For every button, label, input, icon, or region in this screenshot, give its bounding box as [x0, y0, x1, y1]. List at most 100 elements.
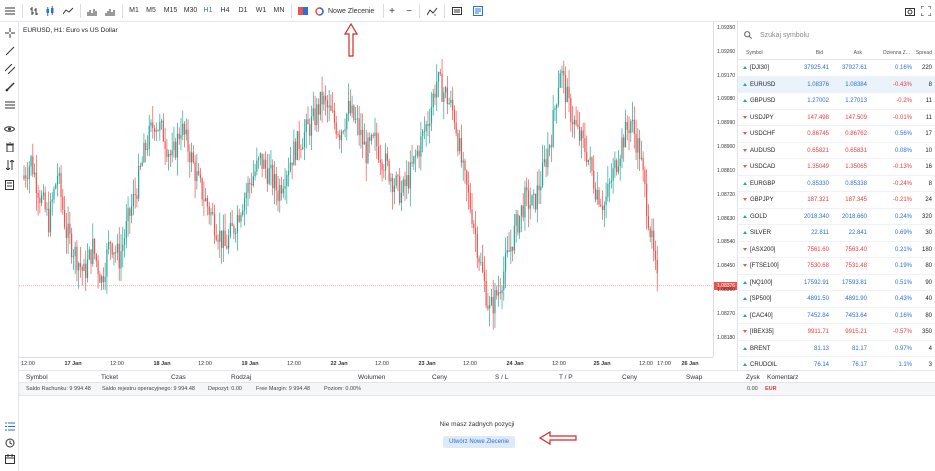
positions-header-6[interactable]: S / L	[495, 374, 508, 381]
timeframe-d1[interactable]: D1	[237, 3, 249, 19]
positions-header-9[interactable]: Swap	[686, 374, 702, 381]
timeframe-m15[interactable]: M15	[162, 3, 179, 19]
candle-body	[372, 134, 374, 137]
watchlist-row[interactable]: [CAC40] 7452.84 7453.64 0.16% 80	[738, 308, 935, 324]
new-order-button[interactable]: Nowe Zlecenie	[315, 3, 381, 19]
ray-icon[interactable]	[3, 80, 16, 93]
time-axis[interactable]: 12:00 17 Jan 12:00 18 Jan 12:00 19 Jan 12:00 22…	[19, 357, 713, 370]
candle-body	[540, 186, 542, 191]
change-cell: 0.97%	[894, 345, 912, 352]
positions-header-0[interactable]: Symbol	[26, 374, 48, 381]
volume-bars-icon[interactable]	[86, 3, 98, 19]
watchlist-row[interactable]: EURUSD 1.08376 1.08384 -0.43% 8	[738, 76, 935, 93]
header-ask[interactable]: Ask	[854, 50, 862, 56]
header-symbol[interactable]: Symbol	[746, 50, 763, 56]
watchlist-row[interactable]: GOLD 2018.340 2018.660 0.24% 320	[738, 209, 935, 225]
search-input[interactable]: Szukaj symbolu	[760, 32, 809, 39]
timeframe-m30[interactable]: M30	[182, 3, 199, 19]
watchlist-row[interactable]: [NQ100] 17592.91 17593.81 0.51% 90	[738, 275, 935, 291]
spread-cell: 80	[925, 263, 932, 269]
candle-body	[476, 234, 478, 259]
symbol-search[interactable]: Szukaj symbolu	[744, 28, 930, 42]
header-spread[interactable]: Spread	[916, 50, 932, 56]
watchlist-row[interactable]: [ASX200] 7561.60 7563.40 0.21% 180	[738, 242, 935, 258]
fibonacci-icon[interactable]	[3, 98, 16, 111]
watchlist-row[interactable]: [FTSE100] 7530.68 7531.48 0.19% 80	[738, 258, 935, 275]
history-icon[interactable]	[3, 436, 16, 449]
watchlist-row[interactable]: BRENT 81.13 81.17 0.97% 4	[738, 341, 935, 357]
positions-header-1[interactable]: Ticket	[101, 374, 118, 381]
calendar-icon[interactable]	[3, 452, 16, 465]
candle-chart-type-icon[interactable]	[44, 3, 56, 19]
candlestick-plot[interactable]	[19, 22, 713, 357]
watchlist-row[interactable]: USDJPY 147.498 147.509 -0.01% 11	[738, 110, 935, 126]
watchlist-row[interactable]: CRUDOIL 76.14 76.17 1.1% 3	[738, 357, 935, 370]
zoom-in-button[interactable]: +	[387, 3, 397, 19]
candle-body	[517, 214, 519, 233]
price-axis[interactable]: 1.08376 1.09350 1.09260 1.09170 1.09080 1.08…	[713, 22, 738, 357]
spread-cell: 16	[925, 164, 932, 170]
watchlist-row[interactable]: SILVER 22.811 22.841 0.69% 30	[738, 225, 935, 242]
calculator-icon[interactable]	[3, 178, 16, 191]
positions-header-7[interactable]: T / P	[559, 374, 573, 381]
crosshair-icon[interactable]	[3, 26, 16, 39]
watchlist-row[interactable]: USDCAD 1.35049 1.35065 -0.13% 16	[738, 159, 935, 176]
symbol-cell: USDCHF	[750, 131, 775, 137]
positions-header-2[interactable]: Czas	[171, 374, 186, 381]
watchlist-row[interactable]: USDCHF 0.86745 0.86762 0.56% 17	[738, 126, 935, 143]
candle-body	[106, 249, 108, 277]
positions-header-5[interactable]: Ceny	[432, 374, 447, 381]
candle-body	[42, 192, 45, 196]
volume-bars-alt-icon[interactable]	[104, 3, 116, 19]
candle-body	[577, 124, 579, 127]
indicators-icon[interactable]: x	[426, 3, 438, 19]
timeframe-h4[interactable]: H4	[219, 3, 231, 19]
positions-header-8[interactable]: Ceny	[622, 374, 637, 381]
timeframe-h1[interactable]: H1	[202, 3, 214, 19]
candle-body	[362, 129, 364, 145]
candle-body	[566, 86, 568, 103]
positions-header-11[interactable]: Komentarz	[767, 374, 798, 381]
timeframe-m5[interactable]: M5	[145, 3, 157, 19]
watchlist-row[interactable]: AUDUSD 0.65821 0.65831 0.08% 10	[738, 143, 935, 159]
positions-header-3[interactable]: Rodzaj	[231, 374, 251, 381]
watchlist-row[interactable]: GBPUSD 1.27002 1.27013 -0.2% 11	[738, 93, 935, 110]
layout-icon[interactable]	[472, 3, 484, 19]
watchlist-row[interactable]: GBPJPY 187.321 187.345 -0.21% 24	[738, 192, 935, 209]
candle-body	[194, 162, 196, 181]
candle-body	[531, 195, 533, 206]
candle-body	[501, 290, 503, 294]
bar-chart-type-icon[interactable]	[28, 3, 40, 19]
watchlist-row[interactable]: EURGBP 0.85330 0.85338 -0.24% 8	[738, 176, 935, 192]
eye-icon[interactable]	[3, 122, 16, 135]
candle-body	[153, 128, 156, 132]
positions-header-4[interactable]: Wolumen	[358, 374, 385, 381]
header-daily-change[interactable]: Dzienna Z...	[883, 50, 910, 56]
create-new-order-button[interactable]: Utwórz Nowe Zlecenie	[443, 436, 515, 448]
trend-line-icon[interactable]	[3, 44, 16, 57]
ask-cell: 7563.40	[845, 246, 867, 253]
candle-body	[423, 131, 426, 133]
positions-header-10[interactable]: Zysk	[746, 374, 760, 381]
header-bid[interactable]: Bid	[816, 50, 823, 56]
watchlist-row[interactable]: [IBEX35] 9911.71 9915.21 -0.57% 350	[738, 324, 935, 341]
screenshot-icon[interactable]	[904, 3, 916, 19]
delete-drawings-icon[interactable]	[3, 140, 16, 153]
line-chart-type-icon[interactable]	[62, 3, 74, 19]
timeframe-m1[interactable]: M1	[128, 3, 140, 19]
timeframe-w1[interactable]: W1	[255, 3, 267, 19]
templates-icon[interactable]	[451, 3, 463, 19]
one-click-trading-icon[interactable]	[297, 3, 309, 19]
price-chart[interactable]: EURUSD, H1: Euro vs US Dollar 1.08376 1.…	[19, 22, 738, 370]
candle-body	[325, 95, 327, 101]
zoom-out-button[interactable]: −	[404, 3, 414, 19]
parallel-lines-icon[interactable]	[3, 62, 16, 75]
watchlist-row[interactable]: [DJI30] 37925.41 37927.61 0.16% 220	[738, 60, 935, 77]
sort-objects-icon[interactable]	[3, 158, 16, 171]
open-positions-icon[interactable]	[3, 420, 16, 433]
candle-body	[277, 190, 279, 201]
fullscreen-icon[interactable]	[920, 3, 932, 19]
menu-icon[interactable]	[3, 3, 17, 19]
watchlist-row[interactable]: [SP500] 4891.50 4891.90 0.43% 40	[738, 291, 935, 308]
timeframe-mn[interactable]: MN	[273, 3, 285, 19]
